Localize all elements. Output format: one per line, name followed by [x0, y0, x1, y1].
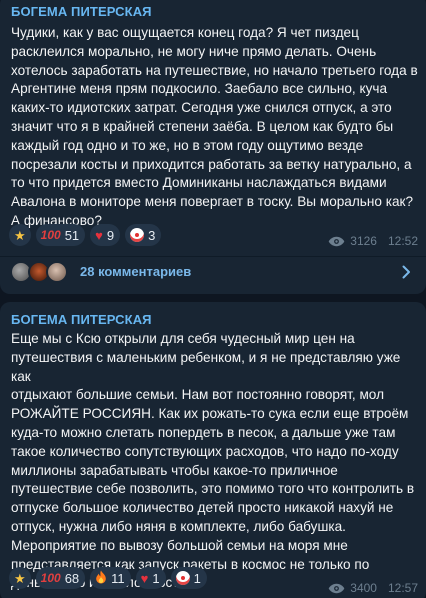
reaction-heart[interactable]: ♥ 9 [90, 224, 121, 246]
post-time: 12:57 [387, 581, 418, 595]
comments-count-label: 28 комментариев [80, 264, 192, 279]
eye-icon [328, 583, 345, 594]
channel-name[interactable]: БОГЕМА ПИТЕРСКАЯ [11, 312, 152, 327]
post-text: Чудики, как у вас ощущается конец года? … [11, 25, 418, 228]
reaction-count: 3 [148, 227, 156, 243]
heart-icon: ♥ [140, 570, 149, 586]
view-count: 3400 [350, 581, 377, 595]
post-meta: 3400 12:57 [328, 581, 418, 595]
reactions-bar: ★ 100 68 11 ♥ 1 1 [9, 567, 207, 589]
reaction-clown[interactable]: 3 [125, 224, 162, 246]
post-meta: 3126 12:52 [328, 234, 418, 248]
heart-icon: ♥ [95, 227, 103, 243]
chevron-right-icon [397, 263, 415, 281]
reactions-bar: ★ 100 51 ♥ 9 3 [9, 224, 162, 246]
reaction-count: 68 [64, 570, 80, 586]
channel-name[interactable]: БОГЕМА ПИТЕРСКАЯ [11, 4, 152, 19]
star-emoji-icon: ★ [14, 570, 26, 586]
reaction-star[interactable]: ★ [9, 224, 31, 246]
reaction-clown[interactable]: 1 [170, 567, 207, 589]
star-emoji-icon: ★ [14, 227, 26, 243]
reaction-count: 1 [193, 570, 201, 586]
reaction-star[interactable]: ★ [9, 567, 31, 589]
reaction-heart[interactable]: ♥ 1 [135, 567, 166, 589]
reaction-count: 1 [152, 570, 160, 586]
channel-post[interactable]: БОГЕМА ПИТЕРСКАЯ Еще мы с Ксю открыли дл… [0, 302, 426, 598]
channel-post[interactable]: БОГЕМА ПИТЕРСКАЯ Чудики, как у вас ощуща… [0, 0, 426, 294]
clown-face-icon [130, 228, 145, 242]
hundred-points-icon: 100 [40, 571, 61, 585]
reaction-count: 11 [111, 570, 125, 586]
reaction-hundred[interactable]: 100 68 [35, 567, 86, 589]
commenter-avatars [10, 261, 74, 285]
clown-face-icon [175, 571, 190, 585]
avatar [46, 261, 68, 283]
post-text: Еще мы с Ксю открыли для себя чудесный м… [11, 331, 415, 590]
reaction-fire[interactable]: 11 [90, 567, 131, 589]
reaction-count: 9 [106, 227, 115, 243]
fire-icon [95, 570, 107, 586]
hundred-points-icon: 100 [40, 228, 61, 242]
view-count: 3126 [350, 234, 377, 248]
comments-button[interactable]: 28 комментариев [0, 256, 426, 286]
eye-icon [328, 236, 345, 247]
reaction-hundred[interactable]: 100 51 [35, 224, 86, 246]
post-time: 12:52 [387, 234, 418, 248]
reaction-count: 51 [64, 227, 80, 243]
